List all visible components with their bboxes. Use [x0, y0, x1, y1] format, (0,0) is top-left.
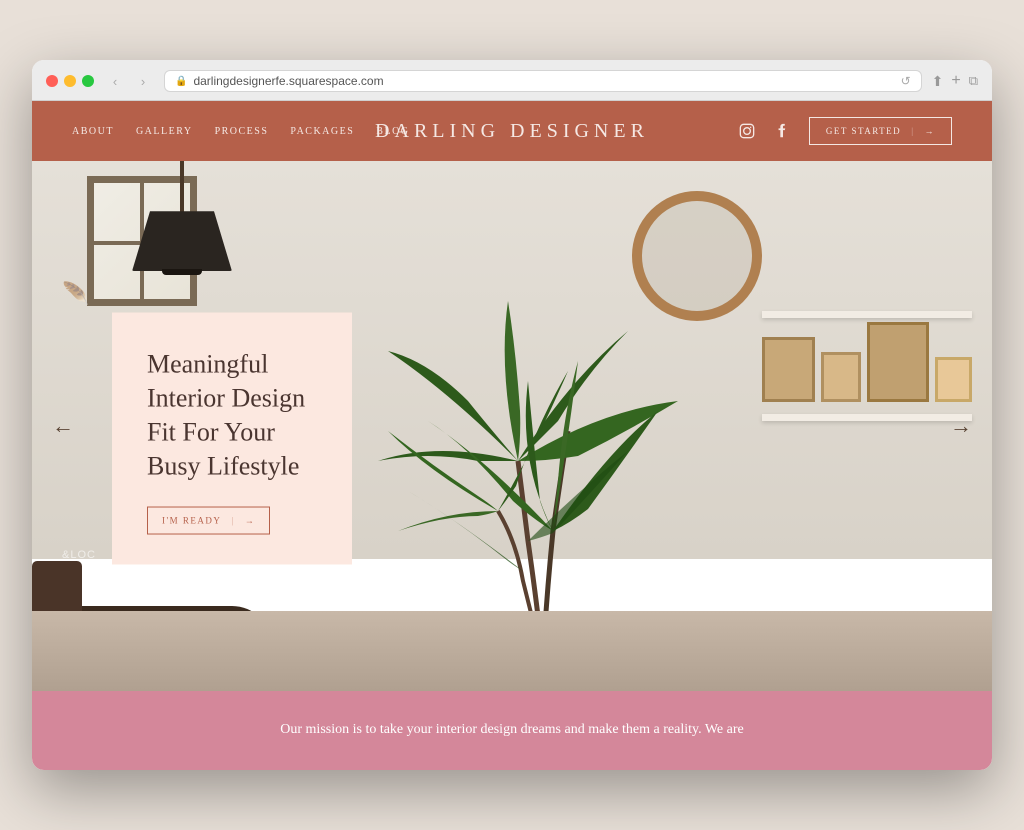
nav-item-packages[interactable]: PACKAGES: [290, 126, 354, 137]
hero-cta-arrow-icon: →: [245, 516, 256, 526]
hero-arrow-left[interactable]: ←: [52, 413, 74, 439]
minimize-button[interactable]: [64, 75, 76, 87]
browser-nav: ‹ ›: [104, 70, 154, 92]
back-button[interactable]: ‹: [104, 70, 126, 92]
facebook-icon[interactable]: [773, 121, 793, 141]
logo-watermark: 🪶: [62, 281, 89, 307]
hero-cta-label: I'M READY: [162, 516, 221, 526]
close-button[interactable]: [46, 75, 58, 87]
get-started-button[interactable]: GET STARTED | →: [809, 117, 952, 145]
nav-item-gallery[interactable]: GALLERY: [136, 126, 193, 137]
share-button[interactable]: ⬆: [932, 73, 944, 90]
lock-icon: 🔒: [175, 76, 187, 87]
url-text: darlingdesignerfe.squarespace.com: [193, 74, 383, 88]
website: ABOUT GALLERY PROCESS PACKAGES BLOG DARL…: [32, 101, 992, 769]
hero-headline: Meaningful Interior Design Fit For Your …: [147, 348, 317, 483]
site-header: ABOUT GALLERY PROCESS PACKAGES BLOG DARL…: [32, 101, 992, 161]
sofa-arm: [32, 561, 82, 611]
lamp-cord: [180, 161, 184, 216]
instagram-icon[interactable]: [737, 121, 757, 141]
hero-section: 🪶 &LOC ← Meaningful Interior Design Fit …: [32, 161, 992, 691]
browser-actions: ⬆ + ⧉: [932, 72, 978, 90]
floor: [32, 611, 992, 691]
hero-cta-divider: |: [231, 516, 234, 526]
browser-chrome: ‹ › 🔒 darlingdesignerfe.squarespace.com …: [32, 60, 992, 101]
browser-window: ‹ › 🔒 darlingdesignerfe.squarespace.com …: [32, 60, 992, 769]
nav-item-about[interactable]: ABOUT: [72, 126, 114, 137]
address-bar[interactable]: 🔒 darlingdesignerfe.squarespace.com ↺: [164, 70, 922, 92]
nav-right: GET STARTED | →: [737, 117, 952, 145]
hero-cta-button[interactable]: I'M READY | →: [147, 507, 270, 535]
hero-arrow-right[interactable]: →: [950, 413, 972, 439]
lamp-bottom: [162, 269, 202, 275]
location-tag: &LOC: [62, 549, 96, 561]
refresh-button[interactable]: ↺: [901, 74, 911, 88]
hero-text-box: Meaningful Interior Design Fit For Your …: [112, 313, 352, 565]
cta-arrow-icon: →: [925, 126, 936, 136]
main-nav: ABOUT GALLERY PROCESS PACKAGES BLOG: [72, 126, 410, 137]
mission-text: Our mission is to take your interior des…: [212, 719, 812, 741]
new-tab-button[interactable]: +: [951, 72, 960, 90]
nav-item-process[interactable]: PROCESS: [215, 126, 269, 137]
maximize-button[interactable]: [82, 75, 94, 87]
forward-button[interactable]: ›: [132, 70, 154, 92]
site-logo[interactable]: DARLING DESIGNER: [375, 120, 649, 143]
shelving-unit: [762, 311, 972, 425]
cta-label: GET STARTED: [826, 126, 901, 136]
windows-button[interactable]: ⧉: [969, 73, 978, 89]
mission-section: Our mission is to take your interior des…: [32, 691, 992, 769]
traffic-lights: [46, 75, 94, 87]
